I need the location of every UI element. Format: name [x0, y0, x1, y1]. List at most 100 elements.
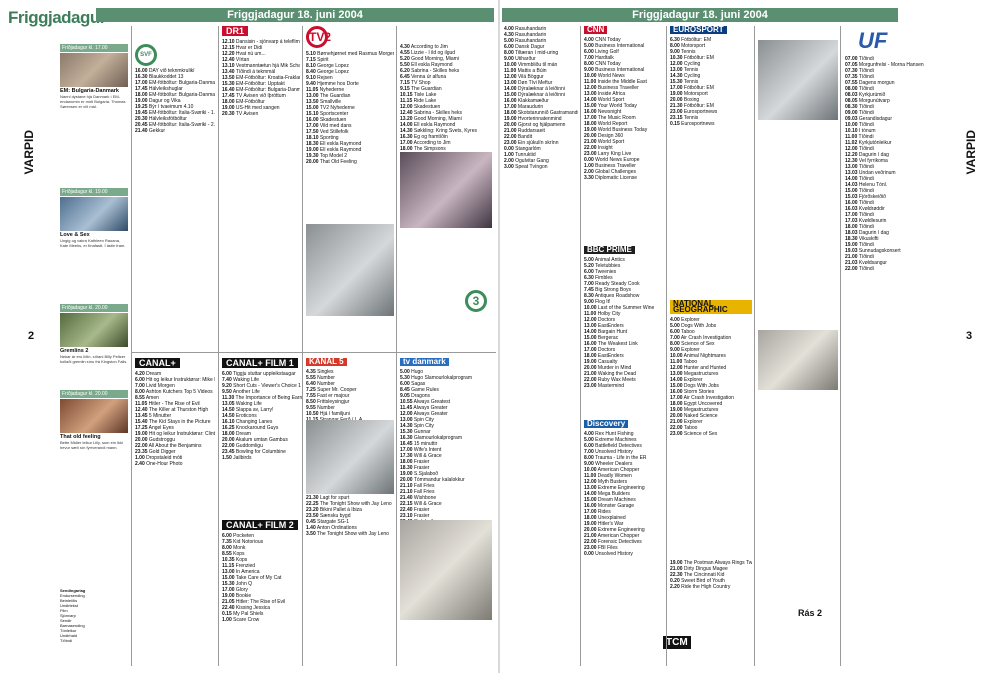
schedule-misc: 4.00 Rasuhandarin 4.30 Rasuhandarin 5.00 R… [504, 26, 578, 170]
bbc-logo: BBC PRIME [584, 246, 635, 254]
highlight-item: Friðjadagur kl. 19.00 Love & Sex Ungig o… [60, 188, 128, 264]
program-photo [306, 420, 394, 494]
program-row: 3.50 The Tonight Show with Jay Leno [306, 531, 394, 537]
eurosport-logo: EUROSPORT [670, 26, 727, 34]
program-row: 2.40 One-Hour Photo [135, 461, 215, 467]
schedule-eurosport: EUROSPORT 6.30 Fótbóltur: EM 8.00 Motorsp… [670, 26, 752, 127]
program-title: Tíðindi [857, 266, 874, 272]
program-photo [400, 152, 492, 228]
schedule-national-geographic: NATIONAL GEOGRAPHIC 4.00 Explorer 5.00 Do… [670, 300, 752, 437]
program-row: 1.50 Jailbirds [222, 455, 302, 461]
program-title: Diplomatic License [593, 175, 638, 181]
program-row: 21.40 Gekkur [135, 128, 215, 134]
highlight-photo [60, 197, 128, 231]
schedule-bbc-prime: BBC PRIME 5.00 Animal Antics 5.20 Teletub… [584, 246, 664, 389]
highlight-strip: Friðjadagur kl. 19.00 [60, 188, 128, 196]
schedule-canal-plus: CANAL+ 4.20 Dream 6.00 Hit og leikur Inst… [135, 358, 215, 467]
tv-guide-spread: Friggjadagur Friggjadagur 18. juni 2004 … [0, 0, 1000, 673]
page-number-left: 2 [28, 330, 35, 342]
ras-logo: Rás 2 [798, 608, 823, 618]
column-divider [840, 26, 841, 666]
schedule-discovery: Discovery 4.00 Rex Hunt Fishing 5.00 Extr… [584, 420, 664, 557]
column-divider [580, 26, 581, 666]
brand-title: Friggjadagur [8, 8, 106, 27]
program-row: 22.00 Tíðindi [845, 266, 935, 272]
highlight-photo [60, 313, 128, 347]
highlight-photo [60, 53, 128, 87]
program-title: One-Hour Photo [144, 461, 183, 467]
highlight-item: Friðjadagur kl. 20.00 Gremlins 2 Nekar á… [60, 304, 128, 380]
side-label-right: VARPID [964, 130, 978, 175]
column-divider [302, 26, 303, 666]
program-row: 23.00 Science of Sex [670, 431, 752, 437]
program-title: Jailbirds [231, 455, 252, 461]
program-time: 23.00 [670, 431, 683, 437]
tvd-logo: tv danmark [400, 358, 449, 366]
highlight-text: Nekar ár eru liðin, síðani Billy Peltzer… [60, 354, 128, 364]
program-title: Unsolved History [593, 551, 633, 557]
program-time: 20.30 [222, 111, 235, 117]
program-title: Gekkur [147, 128, 166, 134]
schedule-cnn: CNN 4.00 CNN Today 5.00 Business Internat… [584, 26, 664, 181]
program-time: 3.50 [306, 531, 316, 537]
schedule-uf: 07.00 Tíðindi 07.05 Morgunfrelsi - Morna … [845, 56, 935, 272]
column-divider [396, 26, 397, 666]
program-time: 21.40 [135, 128, 148, 134]
highlight-text: Bette Midler leikur Lilly, sum ein ikki … [60, 440, 123, 450]
highlight-item: Friðjadagur kl. 20.00 That old feeling B… [60, 390, 128, 466]
program-photo [758, 330, 838, 390]
column-divider [131, 26, 132, 666]
canal-plus-logo: CANAL+ [135, 358, 180, 368]
cnn-logo: CNN [584, 26, 608, 34]
tcm-logo: TCM [663, 636, 691, 649]
program-title: Eurosportnews [679, 121, 715, 127]
highlight-strip: Friðjadagur kl. 20.00 [60, 390, 128, 398]
program-title: TV Avisen [234, 111, 259, 117]
program-time: 2.20 [670, 584, 680, 590]
program-photo [758, 40, 838, 120]
highlights-column: Friðjadagur kl. 17.00 EM: Bulgaria-Danma… [60, 42, 128, 662]
program-time: 20.00 [306, 159, 319, 165]
highlight-text: Nanni dystane hjá Danmark í EM-endanumin… [60, 94, 126, 109]
program-title: The Tonight Show with Jay Leno [315, 531, 389, 537]
program-title: Science of Sex [682, 431, 718, 437]
schedule-dr1: DR1 12.10 Dansisin - sjónvarp á teleflim… [222, 26, 300, 117]
schedule-canal-film1: CANAL+ FILM 1 6.00 Tiggju stuttar upplei… [222, 358, 302, 461]
column-divider [218, 26, 219, 666]
ng-logo: NATIONAL GEOGRAPHIC [670, 300, 752, 314]
page-number-right: 3 [966, 330, 973, 342]
legend: Sendingarlag Endursending Beinleiðis Und… [60, 588, 128, 643]
tv3-logo: 3 [465, 290, 487, 312]
program-row: 20.00 That Old Feeling [306, 159, 394, 165]
page-header-left: Friggjadagur 18. juni 2004 [96, 8, 494, 22]
side-label-left: VARPID [22, 130, 36, 175]
program-time: 22.00 [845, 266, 858, 272]
program-row: 0.15 Eurosportnews [670, 121, 752, 127]
program-photo [306, 224, 394, 316]
schedule-svf: SVF 16.00 DAY við teknmkrulikí 16.30 Blau… [135, 44, 215, 134]
highlight-photo [60, 399, 128, 433]
kanal5-logo: KANAL 5 [306, 358, 347, 366]
program-title: Speat Tvíngon [513, 164, 548, 170]
schedule-tcm: 19.00 The Postman Always Rings Twice 21.0… [670, 560, 752, 590]
program-time: 0.00 [584, 551, 594, 557]
program-photo [400, 520, 492, 620]
schedule-canal-film2: CANAL+ FILM 2 6.00 Pocketen 7.35 Kid Noto… [222, 520, 302, 623]
page-header-right: Friggjadagur 18. juni 2004 [502, 8, 898, 22]
program-row: 1.00 Scare Crow [222, 617, 302, 623]
column-divider [754, 26, 755, 666]
program-row: 3.30 Diplomatic License [584, 175, 664, 181]
program-row: 20.30 TV Avisen [222, 111, 300, 117]
canal-film1-logo: CANAL+ FILM 1 [222, 358, 298, 368]
schedule-tv2: TV2 5.10 Børnehjørnet med Rasmus Morgenk… [306, 26, 394, 165]
program-time: 3.00 [504, 164, 514, 170]
column-divider [666, 26, 667, 666]
highlight-strip: Friðjadagur kl. 17.00 [60, 44, 128, 52]
row-divider [132, 352, 496, 353]
program-time: 1.50 [222, 455, 232, 461]
program-title: Mastermind [596, 383, 625, 389]
highlight-text: Ungig og vakra Kathleen Raoana, Kate Mee… [60, 238, 126, 248]
program-row: 3.00 Speat Tvíngon [504, 164, 578, 170]
center-fold [498, 0, 500, 673]
highlight-item: Friðjadagur kl. 17.00 EM: Bulgaria-Danma… [60, 44, 128, 120]
